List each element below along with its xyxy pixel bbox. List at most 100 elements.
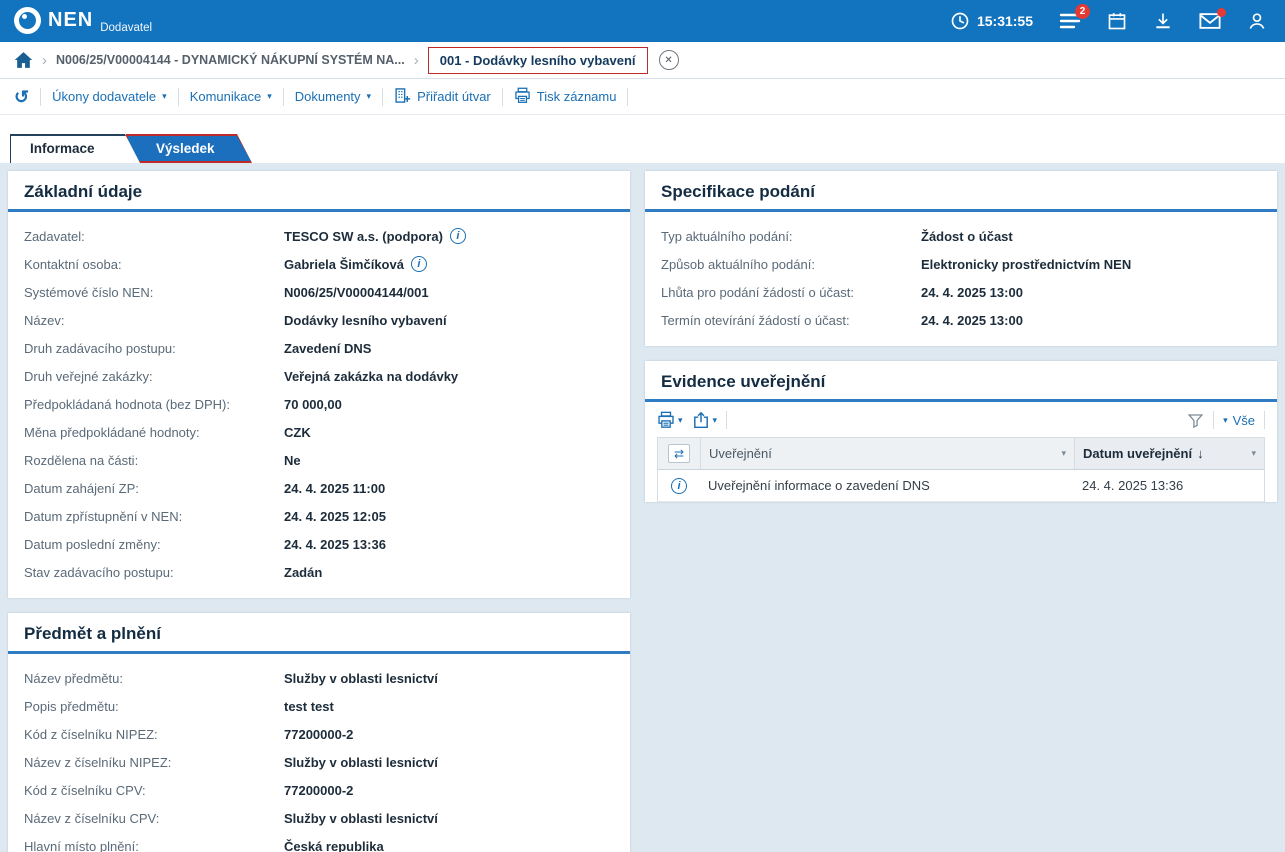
breadcrumb-item-parent[interactable]: N006/25/V00004144 - DYNAMICKÝ NÁKUPNÍ SY… (56, 53, 405, 67)
sort-desc-icon: ↓ (1197, 446, 1204, 461)
publications-table: ⇄ Uveřejnění ▾ Datum uveřejnění ↓ ▾ (657, 437, 1265, 502)
column-header-date[interactable]: Datum uveřejnění ↓ ▾ (1074, 438, 1264, 469)
field-label: Systémové číslo NEN: (24, 285, 284, 300)
table-row[interactable]: i Uveřejnění informace o zavedení DNS 24… (658, 470, 1264, 502)
tab-label: Informace (10, 134, 140, 163)
field-row: Název předmětu: Služby v oblasti lesnict… (24, 664, 614, 692)
toolbar-divider (1213, 411, 1214, 429)
menu-label: Úkony dodavatele (52, 89, 156, 104)
field-row: Měna předpokládané hodnoty: CZK (24, 418, 614, 446)
field-row: Kontaktní osoba: Gabriela Šimčíková i (24, 250, 614, 278)
field-value: Žádost o účast (921, 229, 1013, 244)
field-label: Měna předpokládané hodnoty: (24, 425, 284, 440)
chevron-separator-icon: › (414, 52, 419, 69)
panel-title: Základní údaje (8, 171, 630, 212)
chevron-down-icon: ▾ (678, 415, 683, 426)
menu-button[interactable]: 2 (1059, 11, 1081, 31)
menu-supplier-actions[interactable]: Úkony dodavatele ▾ (52, 89, 167, 104)
field-value: Česká republika (284, 839, 384, 852)
field-label: Zadavatel: (24, 229, 284, 244)
menu-documents[interactable]: Dokumenty ▾ (295, 89, 371, 104)
column-label: Datum uveřejnění (1083, 446, 1192, 461)
field-label: Název předmětu: (24, 671, 284, 686)
field-label: Datum poslední změny: (24, 537, 284, 552)
close-tab-button[interactable]: ✕ (659, 50, 679, 70)
breadcrumb-item-current[interactable]: 001 - Dodávky lesního vybavení (428, 47, 648, 74)
field-row: Druh veřejné zakázky: Veřejná zakázka na… (24, 362, 614, 390)
field-row: Datum zahájení ZP: 24. 4. 2025 11:00 (24, 474, 614, 502)
print-record-button[interactable]: Tisk záznamu (514, 87, 617, 107)
field-row: Způsob aktuálního podání: Elektronicky p… (661, 250, 1261, 278)
info-icon[interactable]: i (671, 478, 687, 494)
field-label: Termín otevírání žádostí o účast: (661, 313, 921, 328)
history-button[interactable]: ↺ (14, 88, 29, 106)
chevron-down-icon: ▾ (713, 415, 718, 426)
export-button[interactable]: ▾ (692, 411, 718, 429)
field-label: Hlavní místo plnění: (24, 839, 284, 852)
menu-communication[interactable]: Komunikace ▾ (190, 89, 272, 104)
tab-strip: Informace Výsledek (0, 115, 1285, 163)
tab-label: Výsledek (126, 134, 252, 163)
field-value: N006/25/V00004144/001 (284, 285, 429, 300)
field-label: Stav zadávacího postupu: (24, 565, 284, 580)
menu-label: Přiřadit útvar (417, 89, 491, 104)
field-row: Název z číselníku NIPEZ: Služby v oblast… (24, 748, 614, 776)
field-row: Popis předmětu: test test (24, 692, 614, 720)
field-row: Hlavní místo plnění: Česká republika (24, 832, 614, 852)
panel-submission-spec: Specifikace podání Typ aktuálního podání… (645, 171, 1277, 346)
field-label: Kód z číselníku CPV: (24, 783, 284, 798)
field-label: Datum zahájení ZP: (24, 481, 284, 496)
field-label: Kontaktní osoba: (24, 257, 284, 272)
current-time: 15:31:55 (977, 13, 1033, 29)
filter-funnel-icon (1187, 412, 1204, 429)
field-row: Typ aktuálního podání: Žádost o účast (661, 222, 1261, 250)
panel-subject: Předmět a plnění Název předmětu: Služby … (8, 613, 630, 852)
filter-button[interactable] (1187, 412, 1204, 429)
field-label: Typ aktuálního podání: (661, 229, 921, 244)
home-button[interactable] (14, 51, 33, 69)
toolbar-divider (627, 88, 628, 106)
panel-title: Předmět a plnění (8, 613, 630, 654)
mail-button[interactable] (1199, 12, 1221, 30)
app-subtitle: Dodavatel (100, 22, 152, 34)
download-button[interactable] (1153, 11, 1173, 31)
field-label: Předpokládaná hodnota (bez DPH): (24, 397, 284, 412)
chevron-down-icon: ▾ (267, 91, 272, 102)
app-logo: NEN Dodavatel (14, 7, 152, 36)
user-button[interactable] (1247, 11, 1267, 31)
field-label: Popis předmětu: (24, 699, 284, 714)
tab-informace[interactable]: Informace (10, 134, 140, 163)
assign-unit-button[interactable]: Přiřadit útvar (394, 87, 491, 107)
download-icon (1153, 11, 1173, 31)
print-list-button[interactable]: ▾ (657, 411, 683, 429)
field-row: Datum zpřístupnění v NEN: 24. 4. 2025 12… (24, 502, 614, 530)
field-value: Služby v oblasti lesnictví (284, 755, 438, 770)
assign-unit-icon (394, 87, 411, 107)
field-row: Název z číselníku CPV: Služby v oblasti … (24, 804, 614, 832)
toolbar-divider (382, 88, 383, 106)
info-icon[interactable]: i (450, 228, 466, 244)
field-label: Způsob aktuálního podání: (661, 257, 921, 272)
toolbar-divider (1264, 411, 1265, 429)
logo-text: NEN (48, 10, 93, 30)
toolbar-divider (40, 88, 41, 106)
field-label: Název: (24, 313, 284, 328)
tab-vysledek[interactable]: Výsledek (126, 134, 252, 163)
info-icon[interactable]: i (411, 256, 427, 272)
field-value: 24. 4. 2025 13:00 (921, 285, 1023, 300)
export-icon (692, 411, 710, 429)
top-header-bar: NEN Dodavatel 15:31:55 2 (0, 0, 1285, 42)
chevron-down-icon: ▾ (367, 91, 372, 102)
field-row: Název: Dodávky lesního vybavení (24, 306, 614, 334)
column-settings-button[interactable]: ⇄ (668, 444, 690, 463)
chevron-separator-icon: › (42, 52, 47, 69)
column-header-publication[interactable]: Uveřejnění ▾ (700, 438, 1074, 469)
menu-label: Dokumenty (295, 89, 361, 104)
chevron-down-icon: ▾ (1251, 448, 1256, 459)
panel-publications: Evidence uveřejnění ▾ ▾ (645, 361, 1277, 502)
field-value: 77200000-2 (284, 727, 353, 742)
publication-cell: Uveřejnění informace o zavedení DNS (708, 478, 930, 493)
filter-all-dropdown[interactable]: ▾ Vše (1223, 413, 1255, 428)
calendar-button[interactable] (1107, 11, 1127, 31)
field-row: Rozdělena na části: Ne (24, 446, 614, 474)
